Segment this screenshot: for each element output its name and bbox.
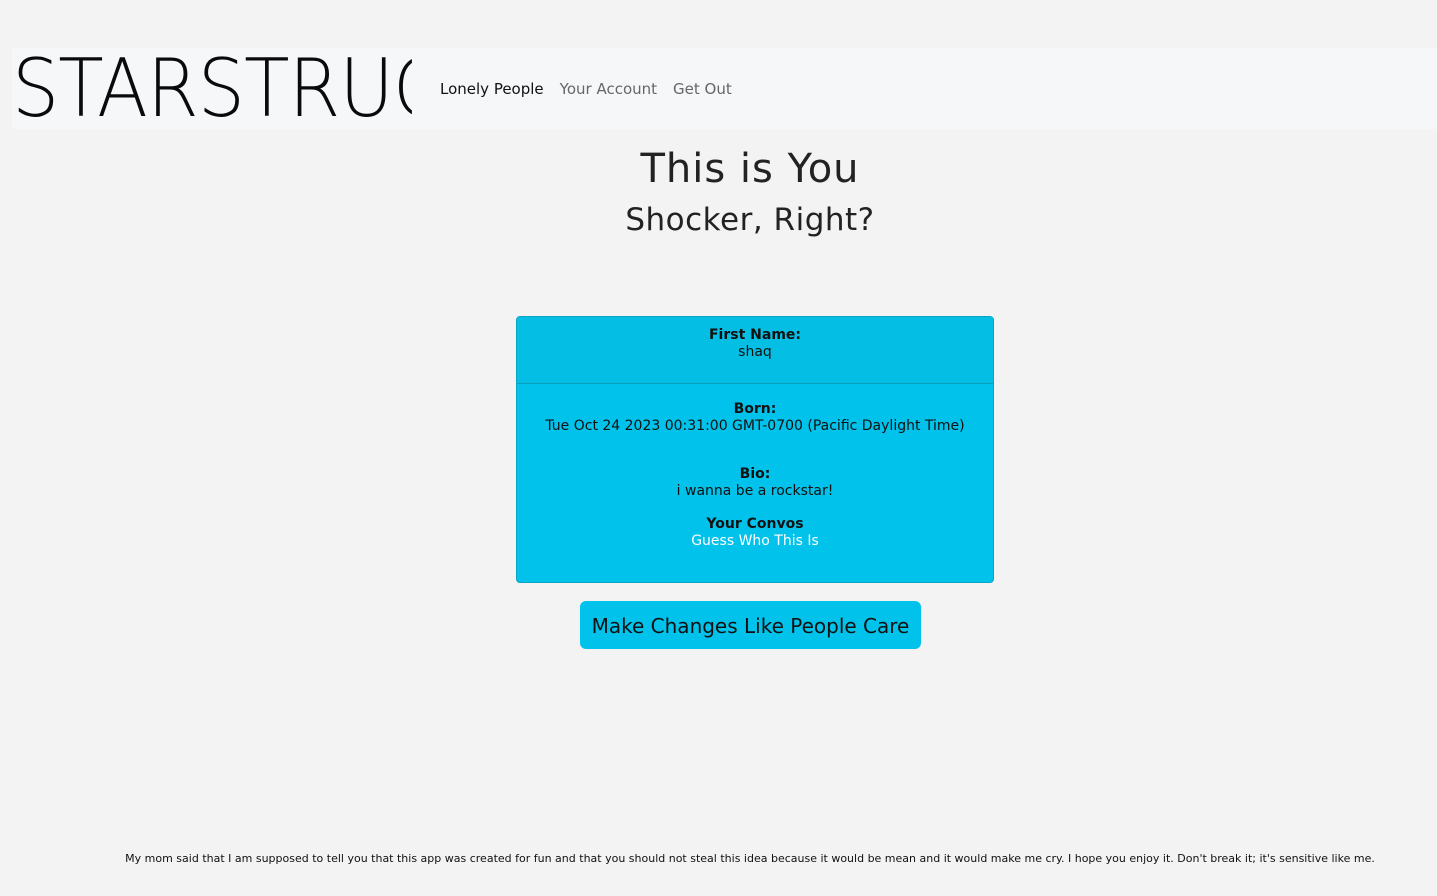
brand-logo[interactable]: STARSTRUC	[12, 48, 412, 129]
born-value: Tue Oct 24 2023 00:31:00 GMT-0700 (Pacif…	[545, 418, 965, 434]
bio-value: i wanna be a rockstar!	[676, 483, 834, 499]
make-changes-button[interactable]: Make Changes Like People Care	[580, 601, 921, 649]
convos-label: Your Convos	[706, 516, 804, 532]
nav-link-get-out[interactable]: Get Out	[673, 80, 732, 98]
born-label: Born:	[733, 401, 777, 417]
footer-text: My mom said that I am supposed to tell y…	[125, 852, 1375, 865]
profile-card: First Name: shaq Born: Tue Oct 24 2023 0…	[516, 316, 994, 583]
page-subtitle: Shocker, Right?	[625, 202, 875, 238]
profile-card-header: First Name: shaq	[517, 317, 993, 384]
bio-label: Bio:	[739, 466, 771, 482]
bio-block: Bio: i wanna be a rockstar!	[517, 466, 993, 500]
first-name-value: shaq	[738, 344, 772, 360]
page-title: This is You	[640, 146, 860, 192]
convo-link[interactable]: Guess Who This Is	[517, 533, 993, 550]
nav-links: Lonely People Your Account Get Out	[440, 80, 748, 98]
navbar: STARSTRUC Lonely People Your Account Get…	[12, 48, 1437, 129]
first-name-label: First Name:	[708, 327, 801, 343]
born-block: Born: Tue Oct 24 2023 00:31:00 GMT-0700 …	[517, 401, 993, 435]
convos-block: Your Convos Guess Who This Is	[517, 516, 993, 550]
nav-link-your-account[interactable]: Your Account	[560, 80, 657, 98]
nav-link-lonely-people[interactable]: Lonely People	[440, 80, 544, 98]
